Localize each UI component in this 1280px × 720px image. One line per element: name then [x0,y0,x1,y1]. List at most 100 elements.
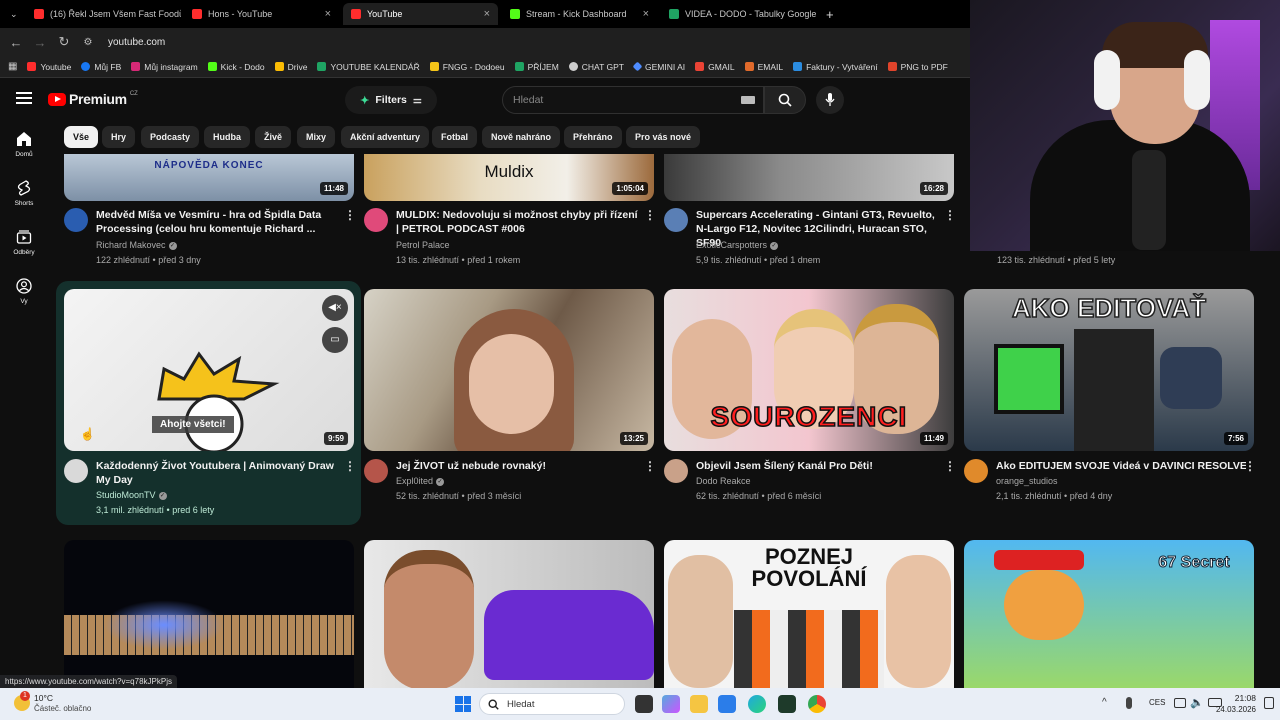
bookmark[interactable]: GEMINI AI [632,62,685,72]
bookmark[interactable]: Faktury - Vytváření [793,62,878,72]
video-thumbnail[interactable]: 13:25 [364,289,654,451]
new-tab-button[interactable]: + [818,3,840,25]
channel-name[interactable]: Dodo Reakce [696,474,751,489]
video-thumbnail[interactable]: Muldix 1:05:04 [364,154,654,201]
channel-avatar[interactable] [664,208,688,232]
channel-name[interactable]: Expl0ited ✓ [396,474,445,489]
task-view-icon[interactable] [635,695,653,713]
video-thumbnail[interactable]: NÁPOVĚDA KONEC 11:48 [64,154,354,201]
chip-new-to-you[interactable]: Pro vás nové [626,126,701,148]
bookmark[interactable]: Můj instagram [131,62,198,72]
video-title[interactable]: Objevil Jsem Šílený Kanál Pro Děti! [696,459,941,473]
store-icon[interactable] [718,695,736,713]
more-options-icon[interactable]: ⋮ [944,208,956,222]
file-explorer-icon[interactable] [690,695,708,713]
bookmark[interactable]: CHAT GPT [568,62,624,72]
browser-tab[interactable]: Hons - YouTube × [184,3,339,25]
bookmark[interactable]: Drive [274,62,307,72]
microphone-tray-icon[interactable] [1126,697,1132,709]
channel-name[interactable]: orange_studios [996,474,1058,489]
forward-icon[interactable]: → [28,35,52,50]
network-icon[interactable] [1174,698,1186,708]
site-info-icon[interactable]: ⚙ [76,37,100,48]
chip-live[interactable]: Živě [255,126,292,148]
sidebar-item-home[interactable]: Domů [4,131,44,158]
tab-close-icon[interactable]: × [484,8,490,20]
chip-football[interactable]: Fotbal [432,126,477,148]
chrome-icon[interactable] [808,695,826,713]
video-title[interactable]: Každodenný Život Youtubera | Animovaný D… [96,459,341,487]
video-title[interactable]: Ako EDITUJEM SVOJE Videá v DAVINCI RESOL… [996,459,1246,473]
chip-watched[interactable]: Přehráno [564,126,622,148]
copilot-icon[interactable] [662,695,680,713]
bookmark[interactable]: GMAIL [695,62,735,72]
video-thumbnail[interactable]: POZNEJ POVOLÁNÍ [664,540,954,688]
video-thumbnail[interactable]: AKO EDITOVAŤ 7:56 [964,289,1254,451]
show-hidden-icons-chevron-icon[interactable]: ^ [1102,697,1107,708]
video-thumbnail[interactable] [364,540,654,688]
mute-icon[interactable]: ◀× [322,295,348,321]
chip-games[interactable]: Hry [102,126,136,148]
channel-avatar[interactable] [364,208,388,232]
menu-icon[interactable] [16,92,32,104]
clock-date[interactable]: 24.03.2026 [1214,705,1256,714]
video-thumbnail[interactable]: ◀× ▭ Ahojte všetci! 9:59 ☝ [64,289,354,451]
chip-mixes[interactable]: Mixy [297,126,336,148]
browser-tab[interactable]: Stream - Kick Dashboard × [502,3,657,25]
captions-icon[interactable]: ▭ [322,327,348,353]
channel-name[interactable]: Richard Makovec ✓ [96,238,177,253]
bookmark[interactable]: FNGG - Dodoeu [429,62,505,72]
video-thumbnail[interactable]: 16:28 [664,154,954,201]
channel-avatar[interactable] [664,459,688,483]
chip-all[interactable]: Vše [64,126,99,148]
windows-start-icon[interactable] [455,696,471,712]
browser-tab[interactable]: (16) Řekl Jsem Všem Fast Foodů × [26,3,181,25]
more-options-icon[interactable]: ⋮ [1244,459,1256,473]
channel-name[interactable]: ExoticCarspotters ✓ [696,238,779,253]
channel-name[interactable]: Petrol Palace [396,238,450,253]
more-options-icon[interactable]: ⋮ [644,459,656,473]
clock-time[interactable]: 21:08 [1226,693,1256,703]
video-thumbnail[interactable] [64,540,354,688]
sidebar-item-shorts[interactable]: Shorts [4,180,44,207]
chip-podcasts[interactable]: Podcasty [141,126,200,148]
browser-tab-active[interactable]: YouTube × [343,3,498,25]
video-title[interactable]: Medvěd Míša ve Vesmíru - hra od Špidla D… [96,208,341,236]
more-options-icon[interactable]: ⋮ [344,459,356,473]
chip-music[interactable]: Hudba [204,126,250,148]
weather-temperature[interactable]: 10°C [34,693,53,703]
channel-avatar[interactable] [64,459,88,483]
bookmark[interactable]: PNG to PDF [887,62,948,72]
sidebar-item-you[interactable]: Vy [4,278,44,305]
input-language[interactable]: CES [1149,698,1165,707]
terminal-icon[interactable] [778,695,796,713]
reload-icon[interactable]: ↻ [52,34,76,50]
video-title[interactable]: Jej ŽIVOT už nebude rovnaký! [396,459,641,473]
bookmark[interactable]: Můj FB [81,62,121,72]
chip-recently-uploaded[interactable]: Nově nahráno [482,126,561,148]
bookmark[interactable]: Youtube [27,62,71,72]
channel-avatar[interactable] [364,459,388,483]
filters-button[interactable]: ✦ Filters ⚌ [345,86,437,114]
sidebar-item-subscriptions[interactable]: Odběry [4,229,44,256]
bookmark[interactable]: EMAIL [744,62,783,72]
video-thumbnail[interactable]: 67 Secret [964,540,1254,688]
taskbar-search-input[interactable]: Hledat [479,693,625,715]
more-options-icon[interactable]: ⋮ [644,208,656,222]
url-field[interactable]: youtube.com [108,37,165,48]
keyboard-icon[interactable] [741,96,755,104]
video-thumbnail[interactable]: SOUROZENCI 11:49 [664,289,954,451]
search-button[interactable] [764,86,806,114]
channel-name[interactable]: StudioMoonTV ✓ [96,488,167,503]
browser-tab[interactable]: VIDEA - DODO - Tabulky Google × [661,3,816,25]
tab-list-button[interactable]: ⌄ [2,3,22,25]
youtube-logo[interactable]: Premium CZ [48,91,138,107]
channel-avatar[interactable] [964,459,988,483]
apps-grid-icon[interactable]: ▦ [8,61,17,72]
chip-action-adventure[interactable]: Akční adventury [341,126,430,148]
bookmark[interactable]: PŘÍJEM [514,62,559,72]
edge-icon[interactable] [748,695,766,713]
weather-description[interactable]: Částeč. oblačno [34,704,91,713]
bookmark[interactable]: YOUTUBE KALENDÁŘ [317,62,420,72]
search-input[interactable]: Hledat [502,86,764,114]
